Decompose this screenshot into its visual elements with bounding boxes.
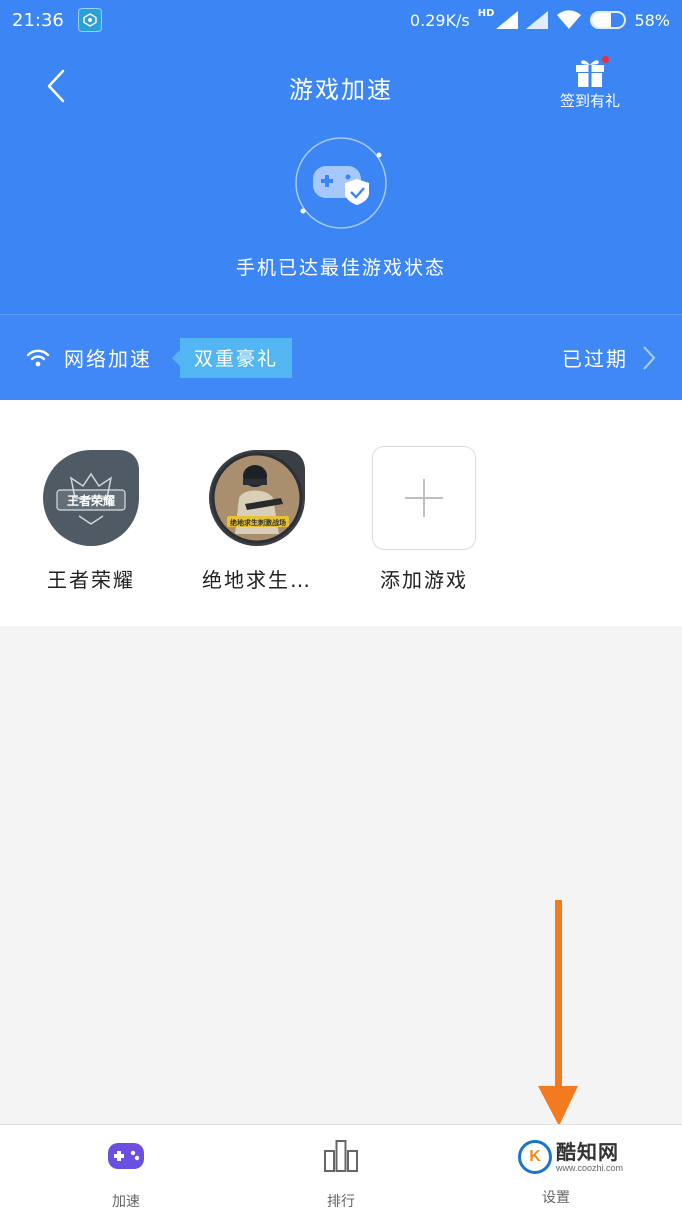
notification-app-icon	[77, 8, 102, 32]
checkin-gift-button[interactable]: 签到有礼	[546, 56, 634, 111]
network-accelerate-label: 网络加速	[64, 347, 152, 371]
game-label: 添加游戏	[380, 568, 468, 592]
bar-chart-icon	[324, 1140, 358, 1172]
add-game-box	[372, 446, 476, 550]
battery-percent: 58%	[634, 10, 670, 30]
tab-label: 加速	[112, 1194, 140, 1210]
watermark-title: 酷知网	[556, 1139, 619, 1164]
honor-of-kings-icon: 王者荣耀	[39, 446, 143, 550]
gift-icon	[573, 56, 609, 88]
hd-badge: HD	[477, 8, 495, 19]
pubg-logo-text: 绝地求生刺激战场	[230, 518, 286, 527]
tab-label: 设置	[542, 1190, 570, 1206]
pubg-icon: 绝地求生刺激战场	[205, 446, 309, 550]
battery-icon	[590, 11, 627, 29]
game-state-text: 手机已达最佳游戏状态	[235, 257, 446, 279]
watermark-url: www.coozhi.com	[556, 1162, 624, 1173]
double-gift-badge[interactable]: 双重豪礼	[171, 337, 293, 378]
add-game-button[interactable]: 添加游戏	[349, 446, 499, 593]
gamepad-icon	[108, 1143, 144, 1169]
honor-of-kings-logo-text: 王者荣耀	[67, 493, 115, 508]
chevron-right-icon	[643, 345, 656, 370]
network-speed: 0.29K/s	[409, 10, 470, 30]
notification-dot	[602, 56, 609, 63]
annotation-arrow	[538, 900, 578, 1126]
wifi-status-icon	[557, 10, 582, 29]
watermark-logo: K 酷知网 www.coozhi.com	[518, 1136, 648, 1178]
expired-label: 已过期	[562, 347, 628, 371]
status-time: 21:36	[12, 9, 64, 31]
wifi-icon	[26, 349, 50, 366]
game-label: 王者荣耀	[47, 568, 135, 592]
tab-label: 排行	[327, 1194, 355, 1210]
game-status-icon	[295, 137, 387, 229]
tab-ranking[interactable]: 排行	[281, 1139, 401, 1211]
network-accelerate-row[interactable]: 网络加速 双重豪礼 已过期	[0, 314, 682, 400]
add-icon	[405, 479, 443, 517]
game-label: 绝地求生…	[202, 568, 312, 592]
tab-accelerate[interactable]: 加速	[66, 1139, 186, 1211]
battery-fill	[592, 13, 611, 27]
status-indicators: 0.29K/s HD 58%	[409, 8, 670, 30]
signal-icon	[496, 11, 519, 29]
game-list: 王者荣耀 王者荣耀 绝地求生刺激战场 绝地求生… 添加游戏	[0, 400, 682, 626]
nav-bar: 游戏加速 签到有礼	[0, 48, 682, 128]
watermark-icon: K	[518, 1140, 552, 1174]
game-item-pubg[interactable]: 绝地求生刺激战场 绝地求生…	[182, 446, 332, 593]
signal-icon-2	[526, 11, 549, 29]
header: 21:36 0.29K/s HD 58% 游戏加速 签到有礼 手机已达最佳游戏状…	[0, 0, 682, 400]
expired-status[interactable]: 已过期	[562, 343, 656, 372]
checkin-label: 签到有礼	[559, 92, 620, 110]
status-bar: 21:36 0.29K/s HD 58%	[0, 0, 682, 40]
game-item-honor-of-kings[interactable]: 王者荣耀 王者荣耀	[16, 446, 166, 593]
